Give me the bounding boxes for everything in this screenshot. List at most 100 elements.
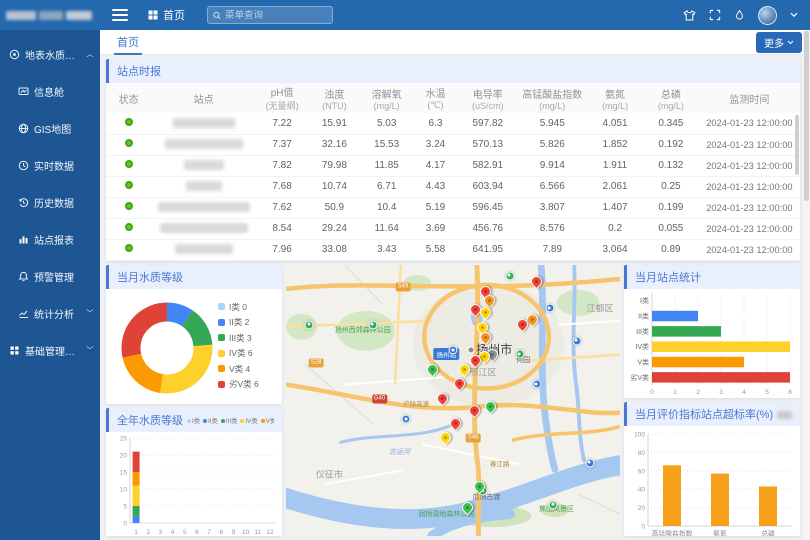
sidebar-item-clock[interactable]: 实时数据: [0, 147, 100, 184]
water-drop-icon[interactable]: [734, 9, 745, 21]
map-pin-red[interactable]: [531, 276, 543, 288]
map-poi-marker[interactable]: [505, 271, 514, 280]
legend-item[interactable]: V类 4: [218, 361, 259, 377]
breadcrumb-home[interactable]: 首页: [148, 7, 185, 23]
table-row: 7.6250.910.45.19596.453.8071.4070.199202…: [106, 197, 800, 218]
map-pin-red[interactable]: [469, 405, 481, 417]
sidebar-item-label: 统计分析: [34, 306, 84, 321]
map-poi-marker[interactable]: [532, 380, 541, 389]
map-pin-green[interactable]: [485, 401, 497, 413]
sidebar-item-history[interactable]: 历史数据: [0, 184, 100, 221]
stack-legend: I类II类III类IV类V类劣V类: [187, 411, 274, 432]
map-pin-green[interactable]: [462, 502, 474, 514]
legend-label: II类 2: [229, 316, 249, 328]
cell-value: 7.82: [256, 155, 308, 176]
map-pin-yellow[interactable]: [440, 432, 452, 444]
svg-text:0: 0: [123, 521, 127, 528]
map-pin-red[interactable]: [517, 319, 529, 331]
legend-label: I类: [192, 411, 200, 432]
user-menu-chevron-icon[interactable]: [790, 12, 798, 18]
station-report-title: 站点时报: [106, 59, 800, 83]
col-header: pH值(无量纲): [256, 83, 308, 113]
legend-item[interactable]: II类: [203, 411, 218, 432]
svg-text:5: 5: [765, 389, 769, 396]
col-header: 水温(℃): [413, 83, 458, 113]
cell-value: 597.82: [458, 113, 517, 134]
more-button[interactable]: 更多: [756, 32, 802, 53]
legend-item[interactable]: I类 0: [218, 299, 259, 315]
map-pin-red[interactable]: [470, 355, 482, 367]
map-pin-orange[interactable]: [484, 295, 496, 307]
legend-item[interactable]: III类: [221, 411, 238, 432]
svg-text:12: 12: [266, 529, 274, 536]
theme-shirt-icon[interactable]: [683, 9, 696, 22]
map-pin-red[interactable]: [437, 393, 449, 405]
cell-value: 7.37: [256, 134, 308, 155]
table-scrollbar[interactable]: [795, 115, 799, 175]
sidebar-item-stats[interactable]: 统计分析﹀: [0, 295, 100, 332]
legend-item[interactable]: V类: [261, 411, 274, 432]
topbar-actions: [683, 6, 798, 25]
legend-item[interactable]: 劣V类 6: [218, 377, 259, 393]
cell-value: 0.199: [643, 197, 699, 218]
menu-search[interactable]: [207, 6, 333, 24]
legend-item[interactable]: I类: [187, 411, 200, 432]
red-pin-icon: [515, 317, 531, 333]
col-header: 高锰酸盐指数(mg/L): [517, 83, 587, 113]
cell-value: 7.62: [256, 197, 308, 218]
station-report-panel: 站点时报 状态站点pH值(无量纲)浊度(NTU)溶解氧(mg/L)水温(℃)电导…: [106, 59, 800, 261]
sidebar-item-dashboard[interactable]: 信息舱: [0, 73, 100, 110]
city-map[interactable]: S49S28G40S48扬州市邗江区江都区仪征市古运河沪陕高速春江路扬州西郊森林…: [286, 265, 620, 536]
map-poi-marker[interactable]: [549, 500, 558, 509]
red-pin-icon: [448, 416, 464, 432]
svg-text:0: 0: [650, 389, 654, 396]
sidebar-item-alert[interactable]: 预警管理: [0, 258, 100, 295]
legend-marker: [218, 303, 225, 310]
map-pin-orange[interactable]: [480, 332, 492, 344]
right-chart-column: 当月站点统计 0123456I类II类III类IV类V类劣V类 当月评价指标站点…: [624, 265, 800, 536]
user-avatar[interactable]: [758, 6, 777, 25]
map-pin-red[interactable]: [450, 418, 462, 430]
legend-item[interactable]: IV类: [240, 411, 257, 432]
svg-text:总磷: 总磷: [761, 529, 775, 536]
legend-item[interactable]: II类 2: [218, 315, 259, 331]
legend-item[interactable]: III类 3: [218, 330, 259, 346]
page-scrollbar[interactable]: [803, 30, 810, 540]
menu-toggle-icon[interactable]: [112, 6, 128, 24]
sidebar-item-module[interactable]: 基础管理系统﹀: [0, 332, 100, 369]
col-header: 状态: [106, 83, 151, 113]
sidebar-item-globe[interactable]: GIS地图: [0, 110, 100, 147]
yellow-pin-icon: [478, 305, 494, 321]
svg-text:氨氮: 氨氮: [713, 529, 727, 536]
map-pin-yellow[interactable]: [459, 364, 471, 376]
table-row: 7.2215.915.036.3597.825.9454.0510.345202…: [106, 113, 800, 134]
map-poi-marker[interactable]: [449, 346, 458, 355]
cell-value: 10.74: [308, 176, 360, 197]
fullscreen-icon[interactable]: [709, 9, 721, 21]
col-header: 监测时间: [699, 83, 800, 113]
map-poi-marker[interactable]: [515, 350, 524, 359]
map-poi-marker[interactable]: [545, 304, 554, 313]
map-pin-red[interactable]: [454, 378, 466, 390]
map-poi-marker[interactable]: [305, 320, 314, 329]
legend-item[interactable]: IV类 6: [218, 346, 259, 362]
status-dot-green: [125, 160, 133, 168]
map-poi-marker[interactable]: [585, 458, 594, 467]
map-poi-marker[interactable]: [572, 336, 581, 345]
legend-marker: [221, 419, 225, 423]
red-pin-icon: [435, 390, 451, 406]
sidebar-item-report[interactable]: 站点报表: [0, 221, 100, 258]
map-poi-marker[interactable]: [402, 415, 411, 424]
cell-value: 570.13: [458, 134, 517, 155]
map-pin-green[interactable]: [474, 481, 486, 493]
sidebar-item-system[interactable]: 地表水质量监测系统︿: [0, 36, 100, 73]
cell-value: 2024-01-23 12:00:00: [699, 134, 800, 155]
map-pin-green[interactable]: [427, 364, 439, 376]
search-input[interactable]: [225, 10, 327, 21]
map-poi-marker[interactable]: [368, 320, 377, 329]
tab-home[interactable]: 首页: [114, 30, 142, 55]
page-scrollbar-thumb[interactable]: [804, 31, 809, 201]
stack-panel-title: 全年水质等级 I类II类III类IV类V类劣V类: [106, 408, 282, 432]
cell-value: 582.91: [458, 155, 517, 176]
map-pin-yellow[interactable]: [480, 307, 492, 319]
